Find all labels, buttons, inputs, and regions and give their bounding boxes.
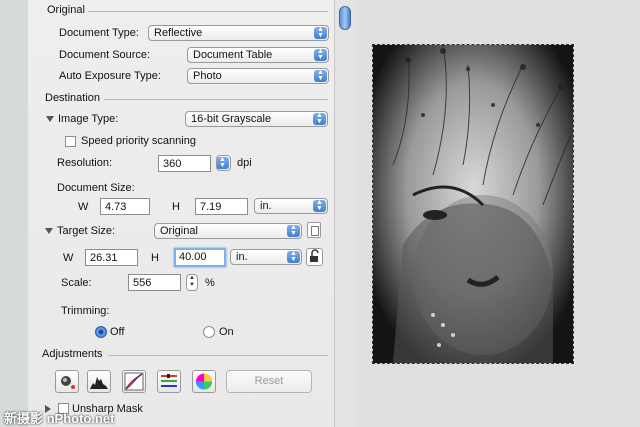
preview-image[interactable] [372, 44, 574, 364]
trim-off-label: Off [110, 326, 125, 338]
image-type-label: Image Type: [58, 113, 119, 125]
panel-scrollbar-thumb[interactable] [339, 6, 351, 30]
sliders-icon [161, 374, 177, 387]
destination-divider [104, 99, 328, 100]
trim-off-radio[interactable] [95, 326, 107, 338]
target-size-popup[interactable]: Original ▲ ▼ [154, 223, 302, 239]
resolution-unit: dpi [237, 157, 252, 169]
document-source-value: Document Table [193, 49, 273, 61]
lock-aspect-icon[interactable] [306, 248, 323, 266]
tone-curve-icon [124, 372, 144, 391]
auto-exposure-value: Photo [193, 70, 222, 82]
doc-height-label: H [172, 201, 180, 213]
tone-curve-button[interactable] [122, 370, 146, 393]
document-size-label: Document Size: [57, 182, 135, 194]
doc-width-input[interactable]: 4.73 [100, 198, 150, 215]
target-unit-value: in. [236, 251, 248, 263]
histogram-icon [90, 377, 108, 389]
watermark-text: 新摄影 nPhoto.net [4, 411, 115, 426]
popup-arrows-icon: ▲ ▼ [287, 250, 300, 263]
adjustments-section-title: Adjustments [42, 348, 103, 360]
image-type-popup[interactable]: 16-bit Grayscale ▲ ▼ [185, 111, 328, 127]
panel-scrollbar-track[interactable] [334, 0, 357, 427]
original-divider [88, 11, 328, 12]
speed-priority-checkbox[interactable] [65, 136, 76, 147]
scale-unit: % [205, 277, 215, 289]
image-adjustment-button[interactable] [157, 370, 181, 393]
scale-label: Scale: [61, 277, 92, 289]
popup-arrows-icon: ▲ ▼ [314, 26, 327, 39]
adjustments-divider [108, 355, 328, 356]
resolution-label: Resolution: [57, 157, 113, 169]
popup-arrows-icon: ▲ ▼ [313, 112, 326, 125]
auto-exposure-popup[interactable]: Photo ▲ ▼ [187, 68, 329, 84]
target-width-input[interactable]: 26.31 [85, 249, 138, 266]
doc-unit-popup[interactable]: in. ▲ ▼ [254, 198, 328, 214]
document-type-value: Reflective [154, 27, 203, 39]
page-icon-shape [311, 226, 319, 236]
popup-arrows-icon: ▲ ▼ [217, 156, 229, 169]
original-section-title: Original [47, 4, 85, 16]
auto-exposure-label: Auto Exposure Type: [59, 70, 161, 82]
trim-on-radio[interactable] [203, 326, 215, 338]
popup-arrows-icon: ▲ ▼ [314, 48, 327, 61]
resolution-popup[interactable]: ▲ ▼ [216, 155, 231, 171]
target-unit-popup[interactable]: in. ▲ ▼ [230, 249, 302, 265]
target-size-page-icon[interactable] [307, 222, 321, 238]
color-wheel-icon [196, 373, 212, 390]
target-size-label: Target Size: [57, 225, 116, 237]
color-palette-button[interactable] [192, 370, 216, 393]
reset-button[interactable]: Reset [226, 370, 312, 393]
popup-arrows-icon: ▲ ▼ [313, 199, 326, 212]
document-source-label: Document Source: [59, 49, 151, 61]
doc-unit-value: in. [260, 200, 272, 212]
popup-arrows-icon: ▲ ▼ [287, 224, 300, 237]
trimming-label: Trimming: [61, 305, 110, 317]
target-height-label: H [151, 252, 159, 264]
image-type-disclosure-icon[interactable] [46, 116, 54, 122]
lock-icon-graphic [310, 249, 319, 262]
speed-priority-label: Speed priority scanning [81, 135, 196, 147]
histogram-button[interactable] [87, 370, 111, 393]
popup-arrows-icon: ▲ ▼ [314, 69, 327, 82]
document-type-label: Document Type: [59, 27, 139, 39]
target-size-value: Original [160, 225, 198, 237]
document-type-popup[interactable]: Reflective ▲ ▼ [148, 25, 329, 41]
target-size-disclosure-icon[interactable] [45, 228, 53, 234]
resolution-input[interactable]: 360 [158, 155, 211, 172]
portrait-photo [373, 45, 573, 363]
destination-section-title: Destination [45, 92, 101, 104]
doc-height-input[interactable]: 7.19 [195, 198, 248, 215]
scale-input[interactable]: 556 [128, 274, 181, 291]
trim-on-label: On [219, 326, 234, 338]
settings-panel: Original Document Type: Reflective ▲ ▼ Do… [28, 0, 334, 427]
target-height-input[interactable]: 40.00 [174, 248, 226, 267]
image-type-value: 16-bit Grayscale [191, 113, 272, 125]
scale-stepper[interactable]: ▲ ▼ [186, 274, 198, 291]
doc-width-label: W [78, 201, 89, 213]
backlight-correction-button[interactable] [55, 370, 79, 393]
document-source-popup[interactable]: Document Table ▲ ▼ [187, 47, 329, 63]
backlight-icon [61, 376, 75, 389]
target-width-label: W [63, 252, 74, 264]
